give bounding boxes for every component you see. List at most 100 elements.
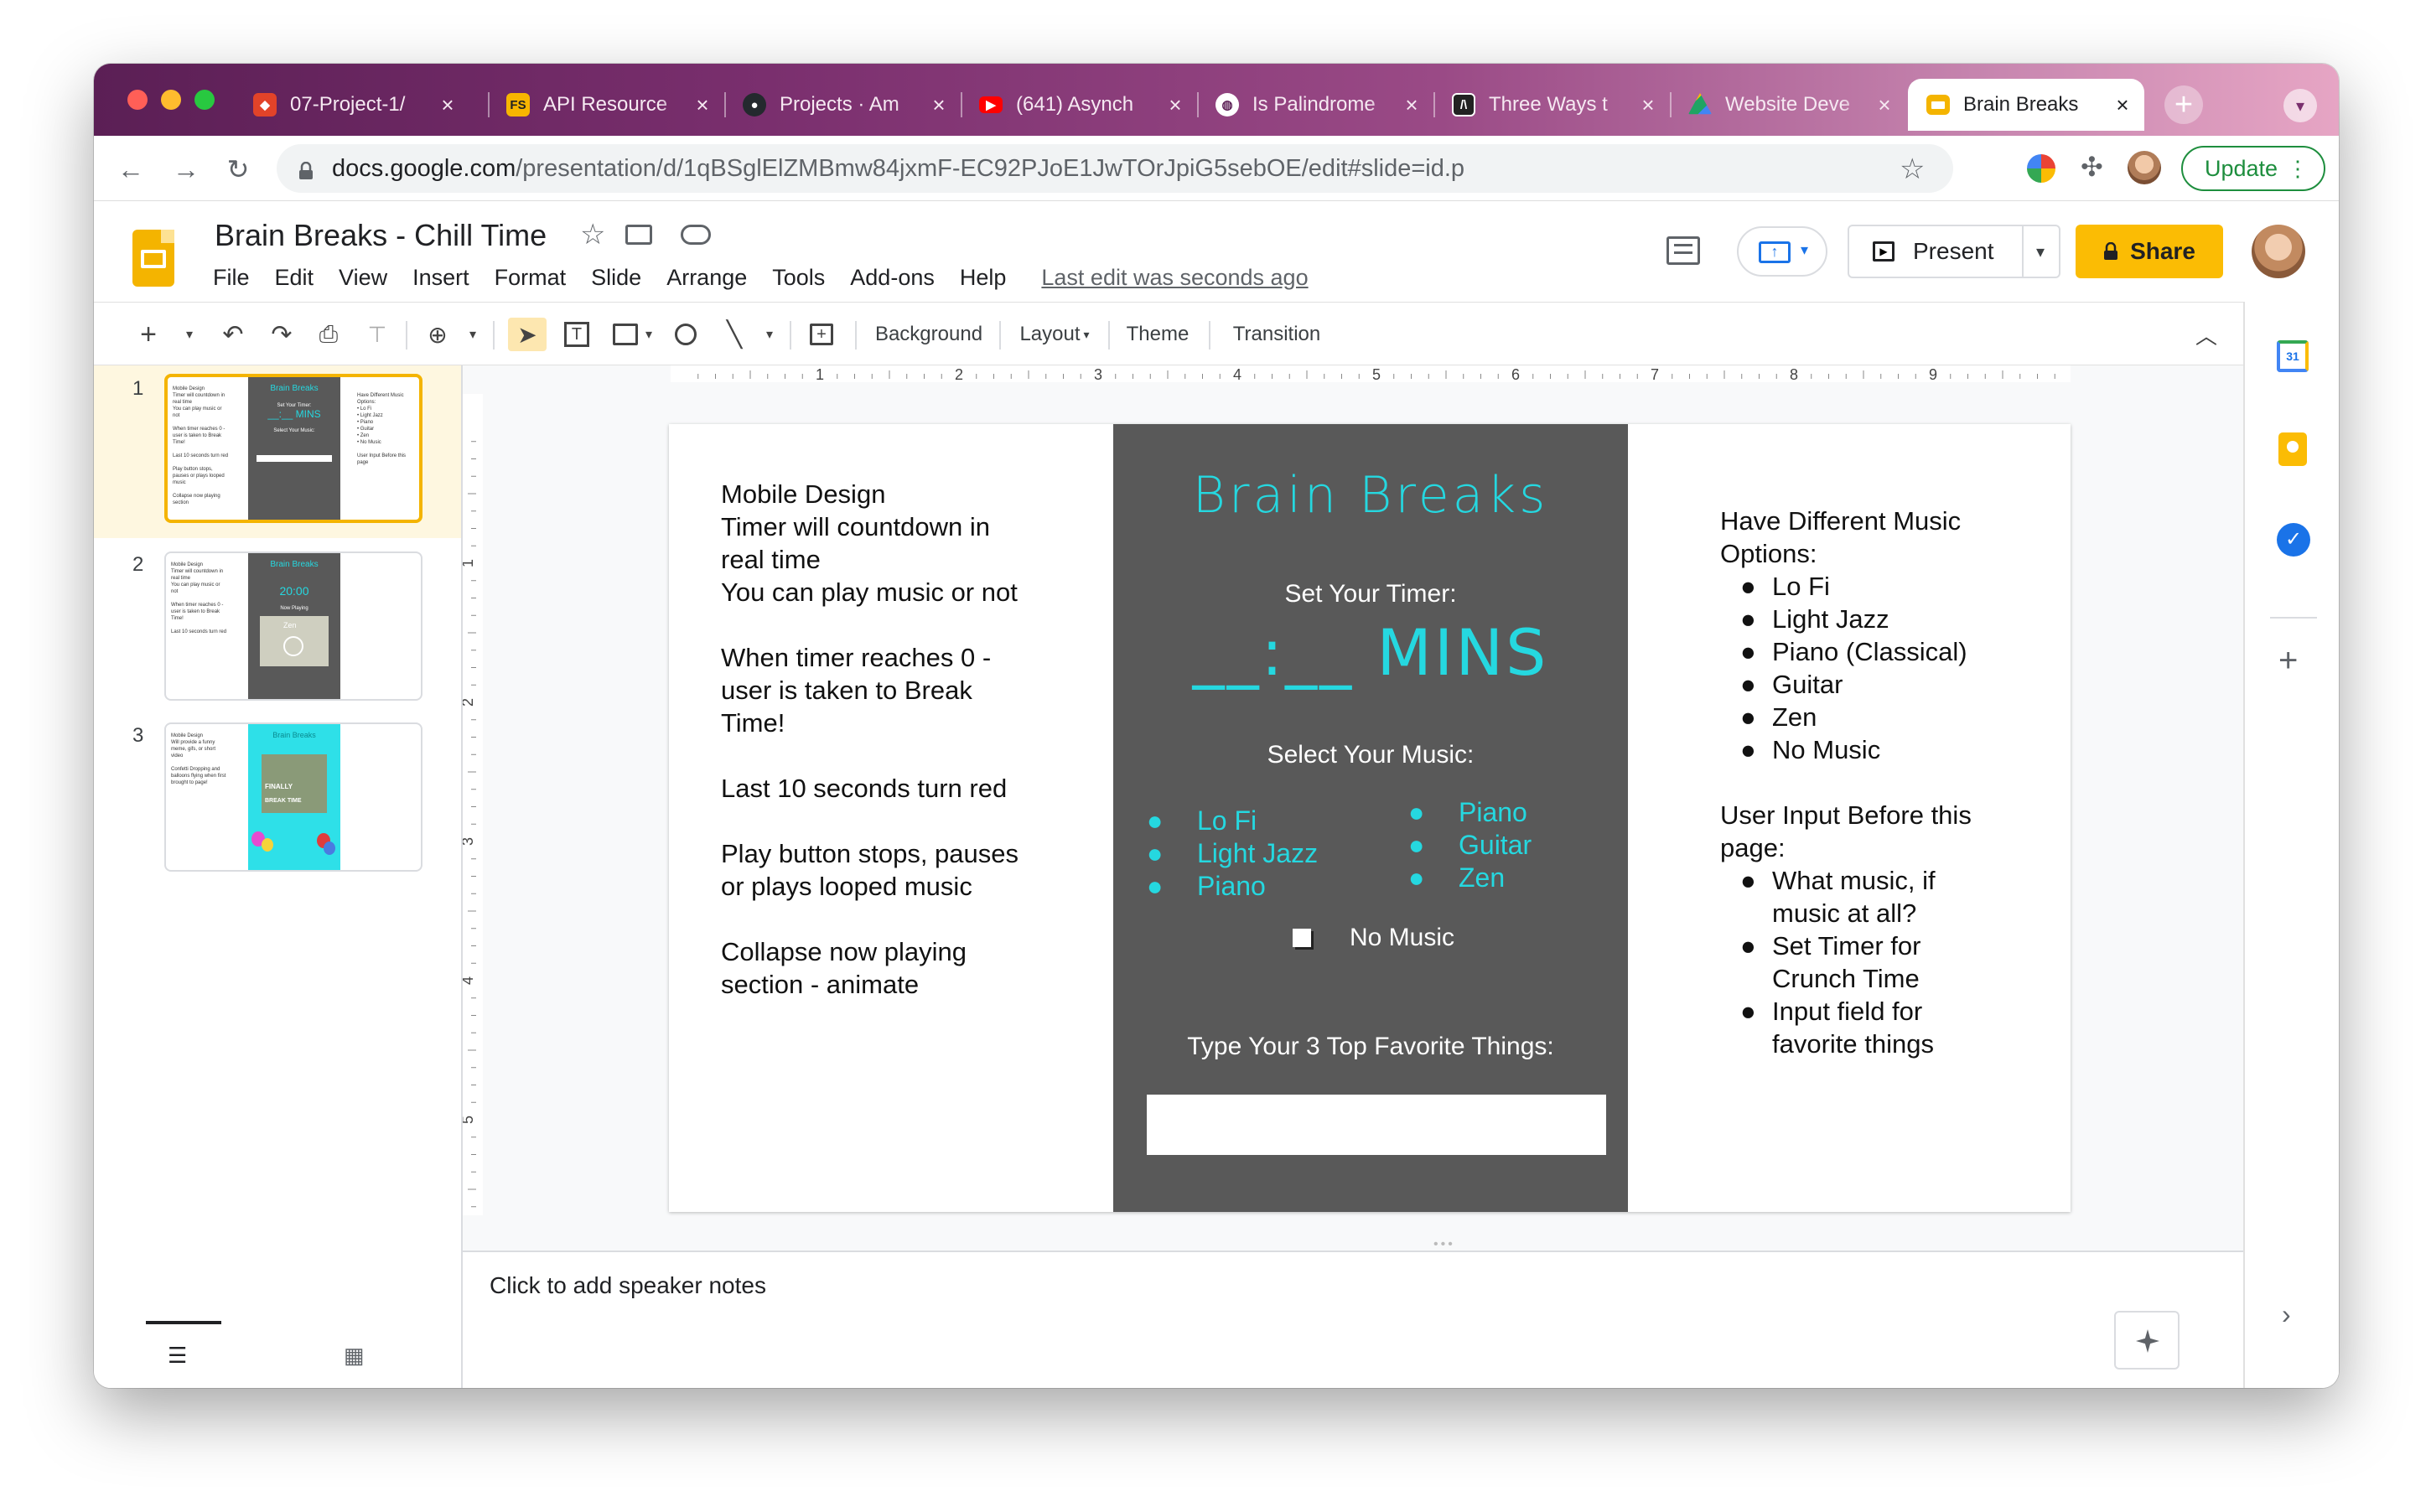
music-option[interactable]: ● Guitar xyxy=(1408,829,1532,862)
meet-present-button[interactable]: ↑ ▾ xyxy=(1737,226,1827,277)
tasks-icon[interactable]: ✓ xyxy=(2277,523,2310,557)
timer-display[interactable]: __:__ MINS xyxy=(1113,615,1628,690)
keep-icon[interactable] xyxy=(2278,432,2307,466)
close-icon[interactable]: × xyxy=(1633,92,1663,118)
explore-button[interactable] xyxy=(2114,1311,2180,1370)
star-icon[interactable]: ☆ xyxy=(580,218,605,251)
browser-tab-active[interactable]: Brain Breaks × xyxy=(1908,79,2144,131)
menu-slide[interactable]: Slide xyxy=(591,265,641,291)
chevron-down-icon[interactable]: ▾ xyxy=(181,318,198,351)
chevron-down-icon[interactable]: ▾ xyxy=(640,318,657,351)
line-icon[interactable]: ╲ xyxy=(718,318,751,351)
menu-help[interactable]: Help xyxy=(960,265,1007,291)
comment-add-icon[interactable]: + xyxy=(805,318,838,351)
minimize-window-button[interactable] xyxy=(161,90,181,110)
menu-insert[interactable]: Insert xyxy=(412,265,469,291)
phone-mockup[interactable]: Brain Breaks Set Your Timer: __:__ MINS … xyxy=(1113,424,1628,1212)
text-box-icon[interactable]: T xyxy=(560,318,593,351)
select-cursor-icon[interactable]: ➤ xyxy=(508,318,547,351)
extension-color-icon[interactable] xyxy=(2027,154,2055,183)
add-addon-icon[interactable]: + xyxy=(2278,642,2298,680)
share-button[interactable]: Share xyxy=(2076,225,2223,278)
present-options-dropdown[interactable]: ▾ xyxy=(2022,225,2060,278)
menu-file[interactable]: File xyxy=(213,265,250,291)
transition-button[interactable]: Transition xyxy=(1222,318,1331,351)
user-avatar[interactable] xyxy=(2252,225,2305,278)
close-icon[interactable]: × xyxy=(924,92,954,118)
menu-arrange[interactable]: Arrange xyxy=(666,265,747,291)
slide-thumbnail-1[interactable]: Mobile Design Timer will countdown in rea… xyxy=(164,374,422,523)
shape-icon[interactable] xyxy=(669,318,702,351)
menu-format[interactable]: Format xyxy=(495,265,567,291)
zoom-icon[interactable]: ⊕ xyxy=(421,318,454,351)
menu-add-ons[interactable]: Add-ons xyxy=(850,265,935,291)
extensions-puzzle-icon[interactable]: ✣ xyxy=(2081,151,2103,183)
music-option[interactable]: ● Piano xyxy=(1408,796,1532,829)
move-folder-icon[interactable] xyxy=(625,225,652,245)
profile-avatar[interactable] xyxy=(2128,151,2161,184)
last-edit-link[interactable]: Last edit was seconds ago xyxy=(1041,265,1308,291)
menu-tools[interactable]: Tools xyxy=(772,265,825,291)
slide-thumbnail-2[interactable]: Mobile Design Timer will countdown in rea… xyxy=(164,551,422,701)
browser-tab[interactable]: ◆ 07-Project-1/ × xyxy=(235,79,469,131)
favorites-input[interactable] xyxy=(1147,1095,1606,1155)
image-icon[interactable] xyxy=(609,318,642,351)
tab-search-icon[interactable]: ▾ xyxy=(2283,89,2317,122)
music-option[interactable]: ● Piano xyxy=(1147,870,1318,903)
music-option[interactable]: ● Zen xyxy=(1408,862,1532,894)
browser-tab[interactable]: FS API Resource × xyxy=(488,79,724,131)
music-option[interactable]: ● Lo Fi xyxy=(1147,805,1318,837)
grid-view-icon[interactable]: ▦ xyxy=(344,1343,365,1369)
new-slide-icon[interactable]: + xyxy=(136,318,161,351)
zoom-window-button[interactable] xyxy=(194,90,215,110)
print-icon[interactable]: ⎙ xyxy=(312,318,345,351)
bookmark-star-icon[interactable]: ☆ xyxy=(1900,153,1925,186)
comments-icon[interactable] xyxy=(1666,236,1700,265)
forward-arrow-icon[interactable]: → xyxy=(168,151,205,188)
calendar-icon[interactable]: 31 xyxy=(2277,340,2309,372)
present-button[interactable]: ▶ Present xyxy=(1848,225,2024,278)
menu-edit[interactable]: Edit xyxy=(275,265,314,291)
cloud-status-icon[interactable] xyxy=(681,225,711,245)
new-tab-button[interactable]: + xyxy=(2164,85,2203,124)
right-notes-textbox[interactable]: Have Different Music Options: ● Lo Fi ● Li… xyxy=(1720,505,1997,1060)
background-button[interactable]: Background xyxy=(870,318,987,351)
no-music-checkbox[interactable] xyxy=(1293,929,1311,947)
chevron-down-icon[interactable]: ▾ xyxy=(761,318,778,351)
browser-tab[interactable]: ● Projects · Am × xyxy=(724,79,961,131)
slide[interactable]: Mobile Design Timer will countdown in re… xyxy=(669,424,2071,1212)
address-field[interactable]: docs.google.com/presentation/d/1qBSglElZ… xyxy=(277,144,1953,193)
browser-tab[interactable]: /\ Three Ways t × xyxy=(1433,79,1670,131)
close-icon[interactable]: × xyxy=(433,92,463,118)
reload-icon[interactable]: ↻ xyxy=(220,151,257,188)
ruler-label: 5 xyxy=(1372,366,1381,382)
expand-panel-icon[interactable]: › xyxy=(2282,1299,2291,1330)
menu-view[interactable]: View xyxy=(339,265,387,291)
close-icon[interactable]: × xyxy=(1397,92,1427,118)
update-button[interactable]: Update ⋮ xyxy=(2181,146,2325,191)
close-icon[interactable]: × xyxy=(1869,92,1900,118)
left-notes-textbox[interactable]: Mobile Design Timer will countdown in re… xyxy=(721,478,1019,1001)
back-arrow-icon[interactable]: ← xyxy=(112,151,149,188)
browser-tab[interactable]: ▶ (641) Asynch × xyxy=(961,79,1197,131)
document-title[interactable]: Brain Breaks - Chill Time xyxy=(215,218,547,253)
close-icon[interactable]: × xyxy=(687,92,718,118)
collapse-toolbar-icon[interactable]: ︿ xyxy=(2190,318,2223,351)
slide-thumbnail-3[interactable]: Mobile Design Will provide a funny meme, … xyxy=(164,722,422,872)
speaker-notes[interactable]: Click to add speaker notes xyxy=(463,1251,2243,1388)
close-icon[interactable]: × xyxy=(2107,92,2138,118)
paint-format-icon[interactable]: ⊤ xyxy=(360,318,394,351)
theme-button[interactable]: Theme xyxy=(1120,318,1195,351)
redo-icon[interactable]: ↷ xyxy=(265,318,298,351)
layout-button[interactable]: Layout ▾ xyxy=(1013,318,1096,351)
slide-number: 1 xyxy=(132,377,144,400)
music-option[interactable]: ● Light Jazz xyxy=(1147,837,1318,870)
slides-logo-icon[interactable] xyxy=(132,230,174,287)
close-window-button[interactable] xyxy=(127,90,148,110)
chevron-down-icon[interactable]: ▾ xyxy=(464,318,481,351)
filmstrip-view-icon[interactable]: ☰ xyxy=(168,1343,187,1369)
browser-tab[interactable]: ◍ Is Palindrome × xyxy=(1197,79,1433,131)
undo-icon[interactable]: ↶ xyxy=(216,318,250,351)
browser-tab[interactable]: Website Deve × xyxy=(1670,79,1906,131)
close-icon[interactable]: × xyxy=(1160,92,1190,118)
